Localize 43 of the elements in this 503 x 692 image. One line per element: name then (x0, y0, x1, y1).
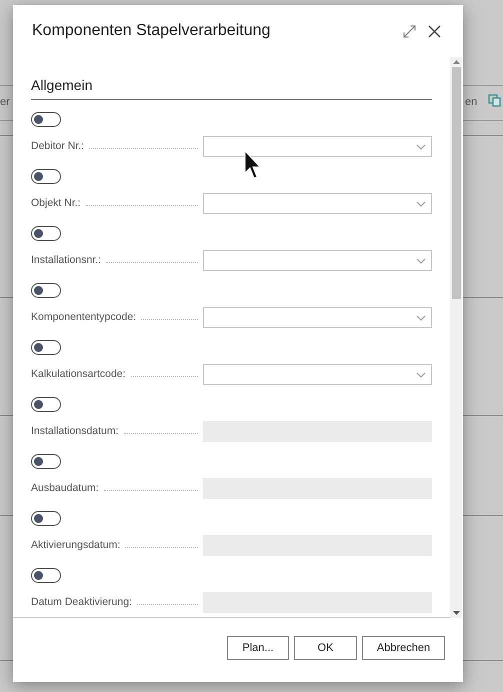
field-label: Objekt Nr.: (31, 196, 81, 211)
field-label: Debitor Nr.: (31, 138, 84, 154)
scrollbar[interactable] (450, 57, 462, 618)
toggle-switch[interactable] (31, 454, 61, 469)
chevron-down-icon (416, 200, 426, 206)
toggle-switch[interactable] (31, 226, 61, 241)
toggle-switch[interactable] (31, 112, 61, 127)
dropdown-field[interactable] (203, 307, 432, 328)
dropdown-field[interactable] (203, 250, 432, 271)
chevron-down-icon (416, 372, 426, 378)
toggle-switch[interactable] (31, 169, 61, 184)
dialog-title: Komponenten Stapelverarbeitung (32, 21, 272, 41)
toggle-switch[interactable] (31, 568, 61, 583)
dropdown-field[interactable] (203, 193, 432, 214)
toolbar-icon (488, 94, 501, 107)
dialog-button[interactable]: OK (294, 636, 357, 660)
close-icon[interactable] (428, 24, 441, 38)
field-label: Kalkulationsartcode: (31, 366, 126, 382)
background-text: en (465, 95, 478, 110)
mouse-cursor-icon (244, 150, 262, 180)
dropdown-field[interactable] (203, 136, 432, 157)
scroll-down-icon[interactable] (452, 610, 460, 616)
field-label: Datum Deaktivierung: (31, 594, 132, 610)
section-heading: Allgemein (31, 75, 432, 100)
chevron-down-icon (416, 144, 426, 150)
expand-icon[interactable] (403, 24, 416, 38)
toggle-switch[interactable] (31, 397, 61, 412)
field-label: Aktivierungsdatum: (31, 538, 120, 553)
toggle-switch[interactable] (31, 511, 61, 526)
field-label: Installationsnr.: (31, 252, 102, 268)
field-label: Installationsdatum: (31, 424, 119, 439)
toggle-switch[interactable] (31, 283, 61, 298)
dropdown-field[interactable] (203, 364, 432, 385)
scroll-up-icon[interactable] (452, 59, 460, 65)
dialog-button[interactable]: Plan... (227, 636, 289, 660)
background-text: er (0, 95, 10, 110)
field-label: Ausbaudatum: (31, 480, 99, 496)
scrollbar-thumb[interactable] (452, 67, 460, 299)
field-label: Komponententypcode: (31, 310, 136, 325)
chevron-down-icon (416, 258, 426, 264)
chevron-down-icon (416, 314, 426, 320)
dialog-button[interactable]: Abbrechen (362, 636, 445, 660)
toggle-switch[interactable] (31, 340, 61, 355)
